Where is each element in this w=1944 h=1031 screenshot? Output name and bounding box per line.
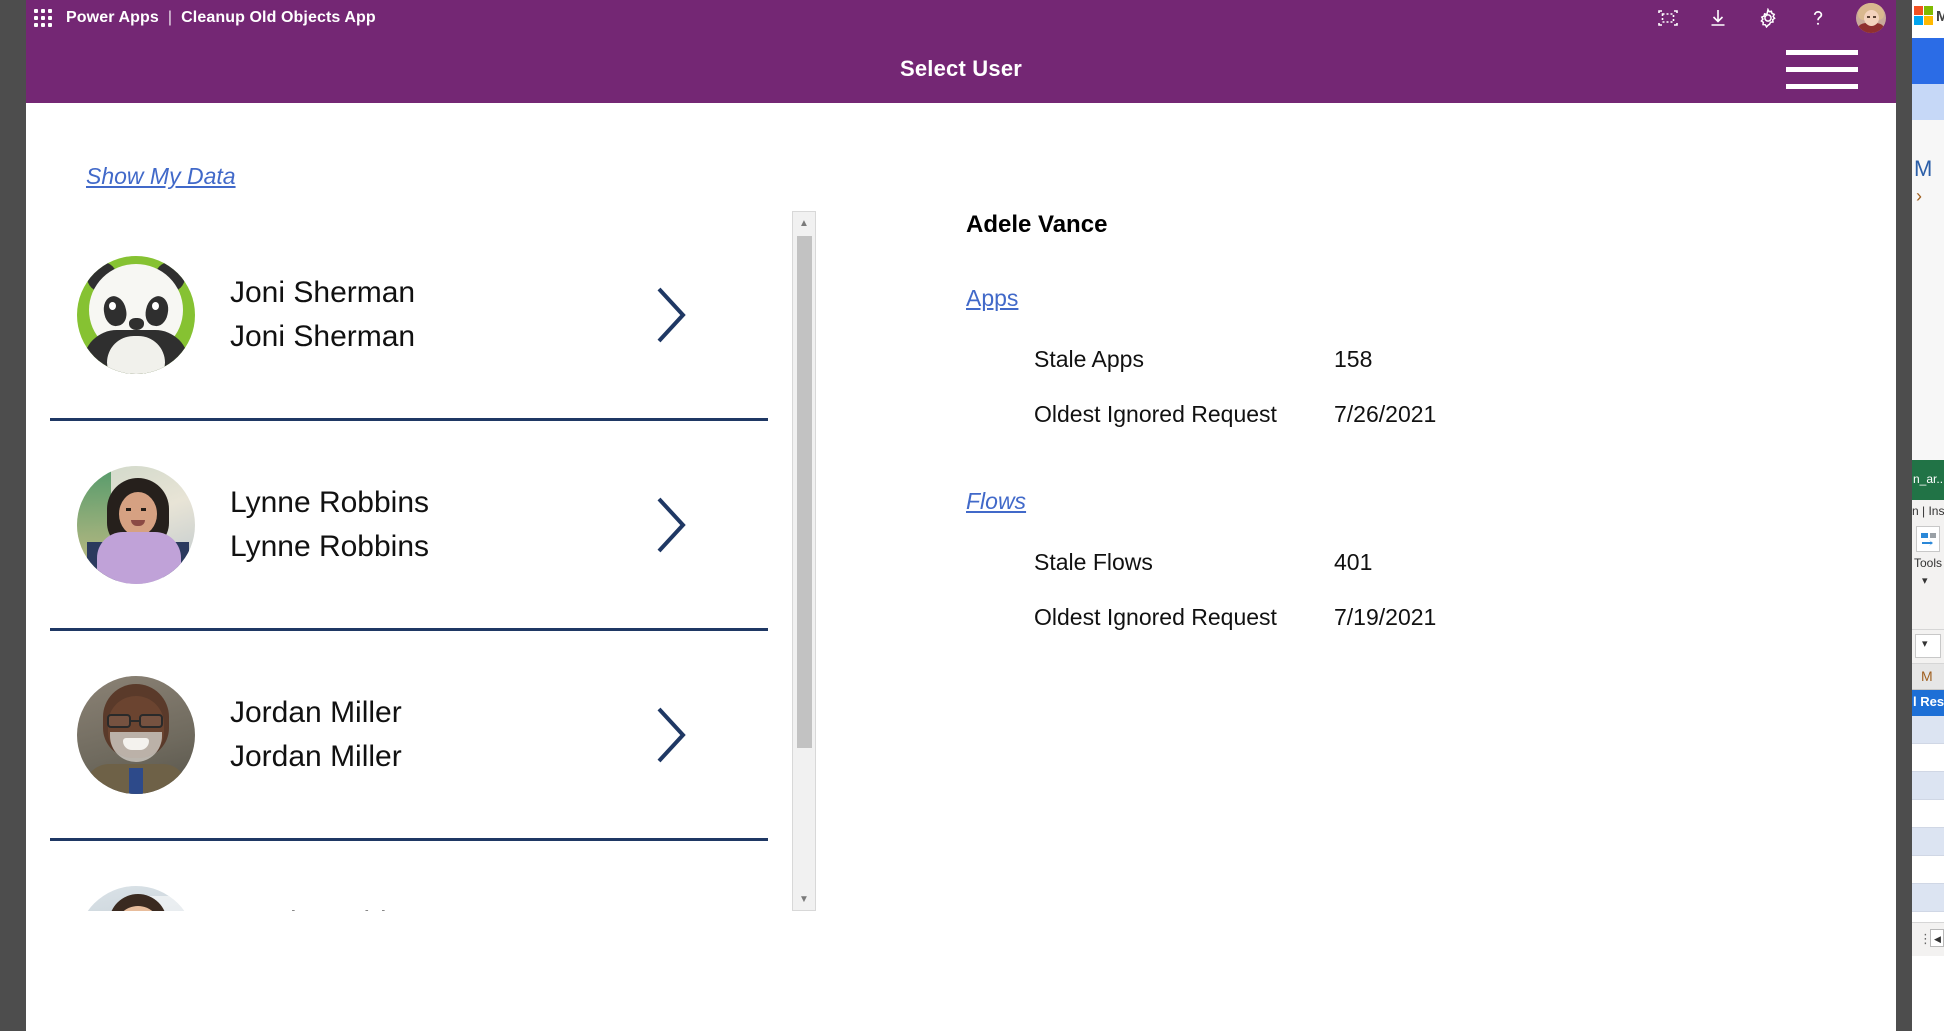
background-file-name: n_ar... <box>1913 472 1944 486</box>
hamburger-menu-icon[interactable] <box>1786 49 1858 89</box>
user-secondary-name: Lynne Robbins <box>230 531 429 563</box>
detail-row-value: 7/26/2021 <box>1334 401 1436 428</box>
background-formula-dropdown[interactable] <box>1915 634 1941 658</box>
user-secondary-name: Jordan Miller <box>230 741 402 773</box>
background-formula-bar[interactable]: ▾ <box>1912 630 1944 664</box>
list-item-labels: Joni Sherman Joni Sherman <box>230 277 415 353</box>
screen-bottom-clip <box>26 1009 1896 1031</box>
detail-row: Oldest Ignored Request 7/19/2021 <box>1034 590 1786 645</box>
detail-section-apps-rows: Stale Apps 158 Oldest Ignored Request 7/… <box>1034 332 1786 442</box>
brand-title: Power Apps | Cleanup Old Objects App <box>66 9 376 27</box>
panda-avatar <box>77 256 195 374</box>
grady-photo-avatar <box>77 886 195 912</box>
show-my-data-link[interactable]: Show My Data <box>86 163 236 190</box>
background-ribbon-button[interactable] <box>1916 526 1940 552</box>
app-launcher-icon[interactable] <box>26 0 60 35</box>
user-gallery[interactable]: Joni Sherman Joni Sherman <box>50 211 792 911</box>
desktop-background-right <box>1896 0 1912 1031</box>
brand-icon-group <box>1656 3 1896 33</box>
scrollbar-thumb[interactable] <box>797 236 812 748</box>
screenshot-root: M M › n_ar... n | Inse Tools ▾ ▾ <box>0 0 1944 1031</box>
list-item-labels: Lynne Robbins Lynne Robbins <box>230 487 429 563</box>
list-item[interactable]: Jordan Miller Jordan Miller <box>50 631 768 841</box>
list-item-labels: Jordan Miller Jordan Miller <box>230 697 402 773</box>
detail-section-flows-link[interactable]: Flows <box>966 488 1026 515</box>
background-column-label: M <box>1921 668 1933 684</box>
user-detail-pane: Adele Vance Apps Stale Apps 158 Oldest I… <box>966 211 1786 645</box>
background-ribbon[interactable]: n | Inse Tools ▾ <box>1912 500 1944 630</box>
background-ribbon-tabs[interactable]: n | Inse <box>1912 504 1944 518</box>
fit-to-screen-icon[interactable] <box>1656 6 1680 30</box>
background-selected-cell[interactable]: l Resp <box>1912 690 1944 716</box>
background-grid[interactable] <box>1912 716 1944 922</box>
background-scroll-left-button[interactable]: ◀ <box>1930 929 1944 947</box>
desktop-background-left <box>0 0 26 1031</box>
detail-row: Oldest Ignored Request 7/26/2021 <box>1034 387 1786 442</box>
brand-separator: | <box>168 9 172 26</box>
detail-user-name: Adele Vance <box>966 211 1786 239</box>
brand-bar: Power Apps | Cleanup Old Objects App <box>26 0 1896 35</box>
detail-row-value: 158 <box>1334 346 1372 373</box>
chevron-right-icon[interactable] <box>654 285 688 345</box>
detail-row-label: Oldest Ignored Request <box>1034 604 1334 631</box>
detail-section-apps-link[interactable]: Apps <box>966 285 1018 312</box>
chevron-right-icon[interactable] <box>654 705 688 765</box>
background-lightblue-band <box>1912 84 1944 120</box>
help-icon[interactable] <box>1806 6 1830 30</box>
user-display-name: Joni Sherman <box>230 277 415 309</box>
background-panel: M › <box>1912 120 1944 460</box>
app-name: Cleanup Old Objects App <box>181 9 376 26</box>
background-ribbon-group-label: Tools <box>1914 556 1942 570</box>
power-apps-window: Power Apps | Cleanup Old Objects App <box>26 0 1896 1031</box>
background-column-header[interactable]: M <box>1912 664 1944 690</box>
detail-row-value: 7/19/2021 <box>1334 604 1436 631</box>
chevron-right-icon[interactable]: › <box>1916 186 1922 207</box>
chevron-down-icon[interactable]: ▾ <box>1922 637 1928 650</box>
screen-body: Show My Data J <box>26 103 1896 1031</box>
app-header: Select User <box>26 35 1896 103</box>
product-name: Power Apps <box>66 9 159 26</box>
lynne-photo-avatar <box>77 466 195 584</box>
background-window-bottom <box>1912 956 1944 1031</box>
background-panel-letter: M <box>1914 156 1932 182</box>
background-brand-text: M <box>1936 8 1944 25</box>
background-titlebar: n_ar... <box>1912 460 1944 500</box>
detail-row-label: Oldest Ignored Request <box>1034 401 1334 428</box>
user-secondary-name: Joni Sherman <box>230 321 415 353</box>
avatar[interactable] <box>1856 3 1886 33</box>
background-selected-text: l Resp <box>1913 694 1944 709</box>
list-item[interactable]: Joni Sherman Joni Sherman <box>50 211 768 421</box>
user-display-name: Jordan Miller <box>230 697 402 729</box>
jordan-photo-avatar <box>77 676 195 794</box>
detail-row: Stale Apps 158 <box>1034 332 1786 387</box>
detail-row-label: Stale Apps <box>1034 346 1334 373</box>
background-blue-band <box>1912 38 1944 84</box>
microsoft-logo-icon <box>1914 6 1934 26</box>
page-title: Select User <box>26 35 1896 103</box>
gallery-scrollbar[interactable]: ▲ ▼ <box>792 211 816 911</box>
detail-row-label: Stale Flows <box>1034 549 1334 576</box>
list-item[interactable]: Lynne Robbins Lynne Robbins <box>50 421 768 631</box>
settings-gear-icon[interactable] <box>1756 6 1780 30</box>
scroll-down-arrow-icon[interactable]: ▼ <box>793 888 815 910</box>
download-icon[interactable] <box>1706 6 1730 30</box>
background-status-bar[interactable]: ⋮ ◀ <box>1912 922 1944 956</box>
detail-section-flows-rows: Stale Flows 401 Oldest Ignored Request 7… <box>1034 535 1786 645</box>
list-item-labels: Grady Archie Grady Archie <box>230 907 403 912</box>
user-display-name: Grady Archie <box>230 907 403 912</box>
chevron-down-icon[interactable]: ▾ <box>1922 574 1928 587</box>
detail-row-value: 401 <box>1334 549 1372 576</box>
background-excel-window[interactable]: M M › n_ar... n | Inse Tools ▾ ▾ <box>1912 0 1944 1031</box>
detail-row: Stale Flows 401 <box>1034 535 1786 590</box>
list-item[interactable]: Grady Archie Grady Archie <box>50 841 768 911</box>
flow-tools-icon <box>1920 531 1938 549</box>
chevron-right-icon[interactable] <box>654 495 688 555</box>
scroll-up-arrow-icon[interactable]: ▲ <box>793 212 815 234</box>
user-display-name: Lynne Robbins <box>230 487 429 519</box>
